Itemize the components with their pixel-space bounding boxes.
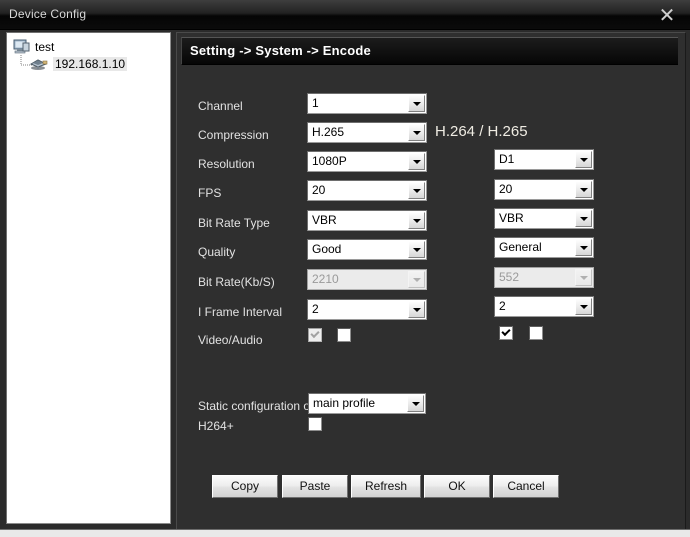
label-i-frame-interval: I Frame Interval: [198, 305, 283, 319]
select-resolution-sub-value: D1: [499, 152, 515, 166]
select-bit-rate-type-sub[interactable]: VBR: [494, 208, 594, 229]
select-bit-rate-main-value: 2210: [312, 272, 339, 286]
paste-button[interactable]: Paste: [282, 475, 348, 498]
select-static-configuration-value: main profile: [313, 396, 376, 410]
label-channel: Channel: [198, 99, 243, 113]
select-bit-rate-type-main-value: VBR: [312, 213, 337, 227]
label-quality: Quality: [198, 245, 236, 259]
breadcrumb: Setting -> System -> Encode: [190, 43, 371, 58]
chevron-down-icon[interactable]: [575, 239, 592, 256]
select-resolution-main-value: 1080P: [312, 154, 347, 168]
select-compression[interactable]: H.265: [307, 122, 427, 143]
checkbox-video-sub[interactable]: [499, 326, 513, 340]
select-compression-value: H.265: [312, 125, 345, 139]
checkbox-h264plus[interactable]: [308, 417, 322, 431]
select-fps-sub-value: 20: [499, 182, 513, 196]
window-title: Device Config: [9, 7, 87, 21]
chevron-down-icon[interactable]: [575, 181, 592, 198]
checkbox-video-main: [308, 328, 322, 342]
chevron-down-icon: [408, 271, 425, 288]
select-bit-rate-main: 2210: [307, 269, 427, 290]
select-quality-sub[interactable]: General: [494, 237, 594, 258]
chevron-down-icon[interactable]: [408, 212, 425, 229]
select-static-configuration[interactable]: main profile: [308, 393, 426, 414]
select-quality-main-value: Good: [312, 242, 342, 256]
chevron-down-icon[interactable]: [408, 301, 425, 318]
ok-button[interactable]: OK: [424, 475, 490, 498]
select-i-frame-interval-main-value: 2: [312, 302, 319, 316]
tree-item-device-label: 192.168.1.10: [53, 57, 128, 71]
checkbox-audio-sub[interactable]: [529, 326, 543, 340]
cancel-button[interactable]: Cancel: [493, 475, 559, 498]
close-icon[interactable]: ✕: [652, 3, 682, 27]
select-i-frame-interval-main[interactable]: 2: [307, 299, 427, 320]
select-channel-value: 1: [312, 96, 319, 110]
chevron-down-icon[interactable]: [408, 95, 425, 112]
select-bit-rate-sub-value: 552: [499, 270, 520, 284]
chevron-down-icon[interactable]: [408, 241, 425, 258]
chevron-down-icon[interactable]: [575, 210, 592, 227]
tree-item-root[interactable]: test: [13, 39, 54, 54]
chevron-down-icon[interactable]: [575, 151, 592, 168]
label-video-audio: Video/Audio: [198, 333, 263, 347]
select-bit-rate-type-sub-value: VBR: [499, 211, 524, 225]
chevron-down-icon[interactable]: [408, 182, 425, 199]
select-fps-main[interactable]: 20: [307, 180, 427, 201]
device-camera-icon: [29, 57, 48, 71]
label-bit-rate: Bit Rate(Kb/S): [198, 275, 275, 289]
select-resolution-sub[interactable]: D1: [494, 149, 594, 170]
device-tree-panel[interactable]: test 192.168.1.10: [6, 32, 171, 524]
codec-title: H.264 / H.265: [435, 123, 528, 140]
select-i-frame-interval-sub-value: 2: [499, 299, 506, 313]
encode-settings-panel: Setting -> System -> Encode H.264 / H.26…: [176, 32, 686, 532]
label-fps: FPS: [198, 186, 222, 200]
tree-item-device[interactable]: 192.168.1.10: [29, 57, 128, 71]
select-i-frame-interval-sub[interactable]: 2: [494, 296, 594, 317]
checkbox-audio-main[interactable]: [337, 328, 351, 342]
window-bottom-strip: [0, 529, 690, 537]
label-static-configuration: Static configuration of: [198, 399, 314, 413]
title-bar: Device Config ✕: [0, 0, 690, 30]
select-bit-rate-sub: 552: [494, 267, 594, 288]
select-fps-sub[interactable]: 20: [494, 179, 594, 200]
refresh-button[interactable]: Refresh: [351, 475, 421, 498]
label-compression: Compression: [198, 128, 269, 142]
tree-item-root-label: test: [35, 39, 55, 54]
label-bit-rate-type: Bit Rate Type: [198, 216, 270, 230]
select-quality-sub-value: General: [499, 240, 542, 254]
select-fps-main-value: 20: [312, 183, 326, 197]
chevron-down-icon[interactable]: [408, 153, 425, 170]
select-bit-rate-type-main[interactable]: VBR: [307, 210, 427, 231]
chevron-down-icon[interactable]: [408, 124, 425, 141]
panel-header-bar: Setting -> System -> Encode: [181, 37, 678, 65]
chevron-down-icon[interactable]: [407, 395, 424, 412]
chevron-down-icon[interactable]: [575, 298, 592, 315]
chevron-down-icon: [575, 269, 592, 286]
select-channel[interactable]: 1: [307, 93, 427, 114]
label-h264plus: H264+: [198, 419, 234, 433]
computer-icon: [13, 39, 30, 54]
select-resolution-main[interactable]: 1080P: [307, 151, 427, 172]
select-quality-main[interactable]: Good: [307, 239, 427, 260]
label-resolution: Resolution: [198, 157, 255, 171]
copy-button[interactable]: Copy: [212, 475, 278, 498]
device-config-window: Device Config ✕ test 192.168.1.10 Settin…: [0, 0, 690, 537]
